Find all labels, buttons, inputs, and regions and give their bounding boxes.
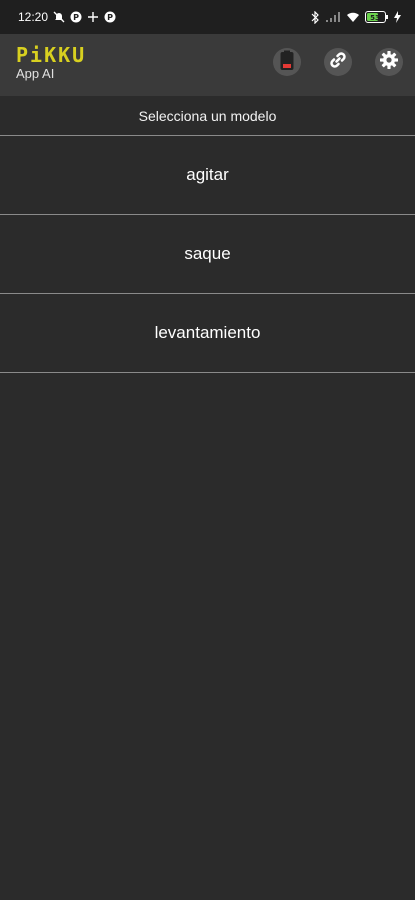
svg-text:P: P	[73, 13, 79, 22]
brand-logo: PiKKU	[16, 43, 87, 67]
app-p-icon-2: P	[104, 11, 116, 23]
bluetooth-icon	[310, 10, 320, 24]
model-item-saque[interactable]: saque	[0, 215, 415, 294]
status-left: 12:20 P P	[18, 10, 116, 24]
link-icon	[329, 51, 347, 74]
battery-level-text: 53	[370, 14, 380, 22]
battery-low-icon	[280, 50, 294, 75]
app-p-icon: P	[70, 11, 82, 23]
signal-icon	[325, 11, 341, 23]
model-list: agitar saque levantamiento	[0, 136, 415, 373]
app-bar: PiKKU App AI	[0, 34, 415, 96]
settings-button[interactable]	[375, 48, 403, 76]
app-actions	[273, 48, 403, 76]
status-bar: 12:20 P P 53	[0, 0, 415, 34]
status-time: 12:20	[18, 10, 49, 24]
brand: PiKKU App AI	[16, 44, 86, 81]
battery-status-button[interactable]	[273, 48, 301, 76]
model-item-levantamiento[interactable]: levantamiento	[0, 294, 415, 373]
charging-icon	[394, 11, 401, 23]
brand-subtitle: App AI	[16, 66, 55, 81]
link-button[interactable]	[324, 48, 352, 76]
page-title: Selecciona un modelo	[0, 96, 415, 136]
fan-icon	[87, 11, 99, 23]
notification-mute-icon	[53, 11, 65, 23]
status-right: 53	[310, 10, 401, 24]
wifi-icon	[346, 11, 360, 23]
battery-icon: 53	[365, 11, 389, 23]
gear-icon	[379, 50, 399, 75]
svg-text:P: P	[107, 13, 113, 22]
model-item-agitar[interactable]: agitar	[0, 136, 415, 215]
